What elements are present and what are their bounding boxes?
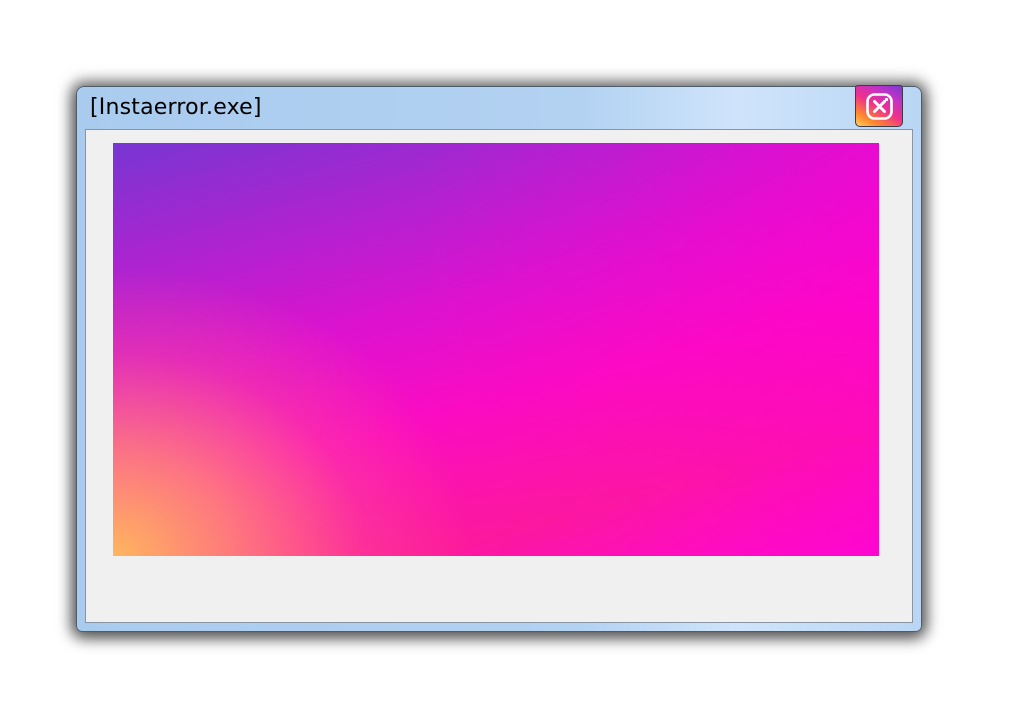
close-button[interactable]: [855, 85, 903, 127]
window-title: [Instaerror.exe]: [90, 95, 262, 120]
dialog-client-area: [85, 129, 913, 623]
gradient-image: [113, 143, 879, 556]
error-dialog-window: [Instaerror.exe]: [76, 85, 922, 632]
close-icon: [866, 93, 893, 120]
title-bar[interactable]: [Instaerror.exe]: [77, 85, 921, 129]
